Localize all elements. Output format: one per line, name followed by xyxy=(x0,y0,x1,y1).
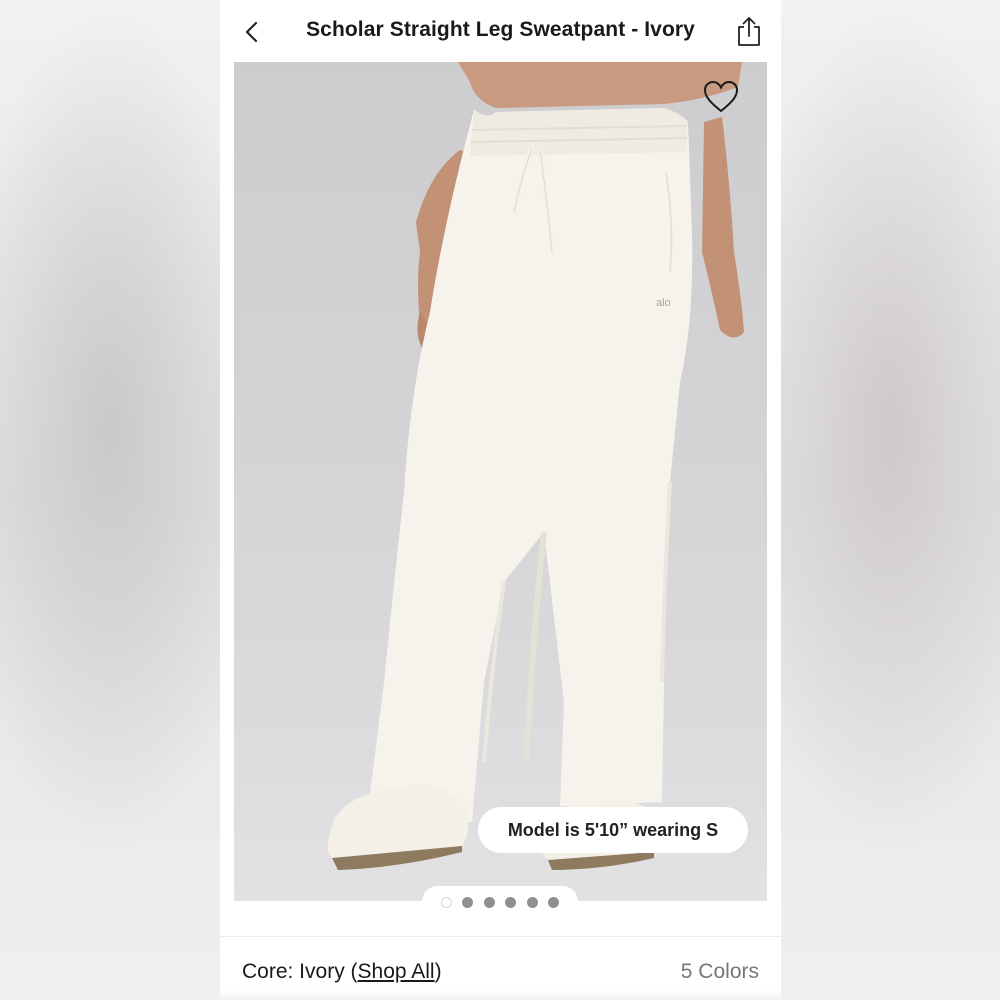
shop-all-link[interactable]: Shop All xyxy=(358,960,435,983)
chevron-left-icon xyxy=(245,21,258,43)
product-photo: alo xyxy=(327,62,744,870)
back-button[interactable] xyxy=(234,14,270,50)
product-image[interactable]: alo Model is 5'10” wearing S xyxy=(234,62,767,901)
color-info-row: Core: Ivory (Shop All) 5 Colors xyxy=(242,960,759,984)
collection-suffix: ) xyxy=(434,960,442,983)
model-info-badge: Model is 5'10” wearing S xyxy=(478,807,748,853)
heart-icon[interactable] xyxy=(703,80,739,114)
colors-count[interactable]: 5 Colors xyxy=(681,960,759,984)
carousel-dot[interactable] xyxy=(548,896,560,908)
carousel-dot[interactable] xyxy=(440,896,452,908)
carousel-dot[interactable] xyxy=(505,896,517,908)
collection-label: Core: Ivory (Shop All) xyxy=(242,960,442,984)
collection-prefix: Core: Ivory ( xyxy=(242,960,358,983)
bottom-edge xyxy=(220,990,781,1000)
share-button[interactable] xyxy=(731,12,767,50)
carousel-indicator xyxy=(422,886,578,918)
product-page: Scholar Straight Leg Sweatpant - Ivory a… xyxy=(220,0,781,1000)
carousel-dot[interactable] xyxy=(526,896,538,908)
top-bar: Scholar Straight Leg Sweatpant - Ivory xyxy=(220,0,781,62)
brand-mark: alo xyxy=(656,297,671,309)
page-title: Scholar Straight Leg Sweatpant - Ivory xyxy=(306,18,695,41)
carousel-dot[interactable] xyxy=(462,896,474,908)
divider xyxy=(220,936,781,937)
carousel-dot[interactable] xyxy=(483,896,495,908)
share-icon xyxy=(738,17,760,46)
